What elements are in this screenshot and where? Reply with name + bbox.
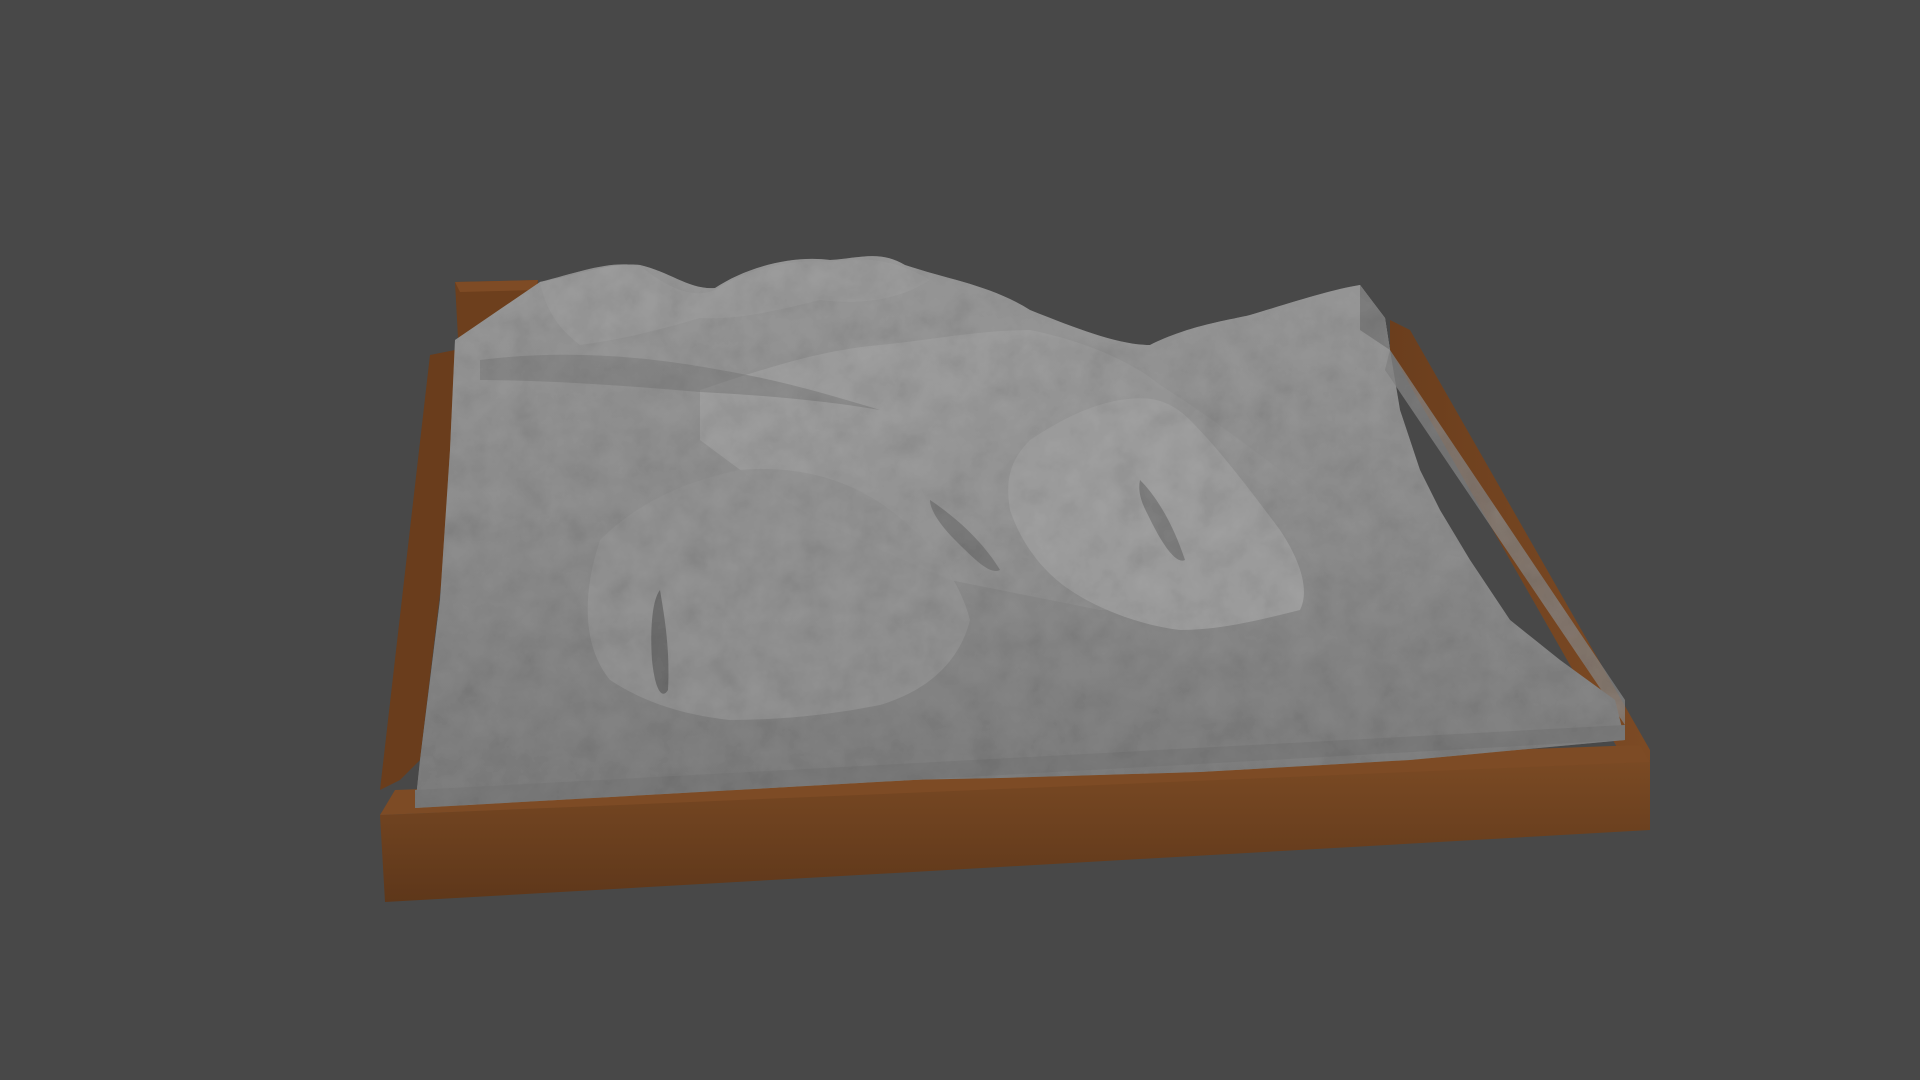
scene-render — [380, 256, 1650, 902]
3d-viewport[interactable] — [0, 0, 1920, 1080]
terrain-mesh — [415, 256, 1625, 808]
